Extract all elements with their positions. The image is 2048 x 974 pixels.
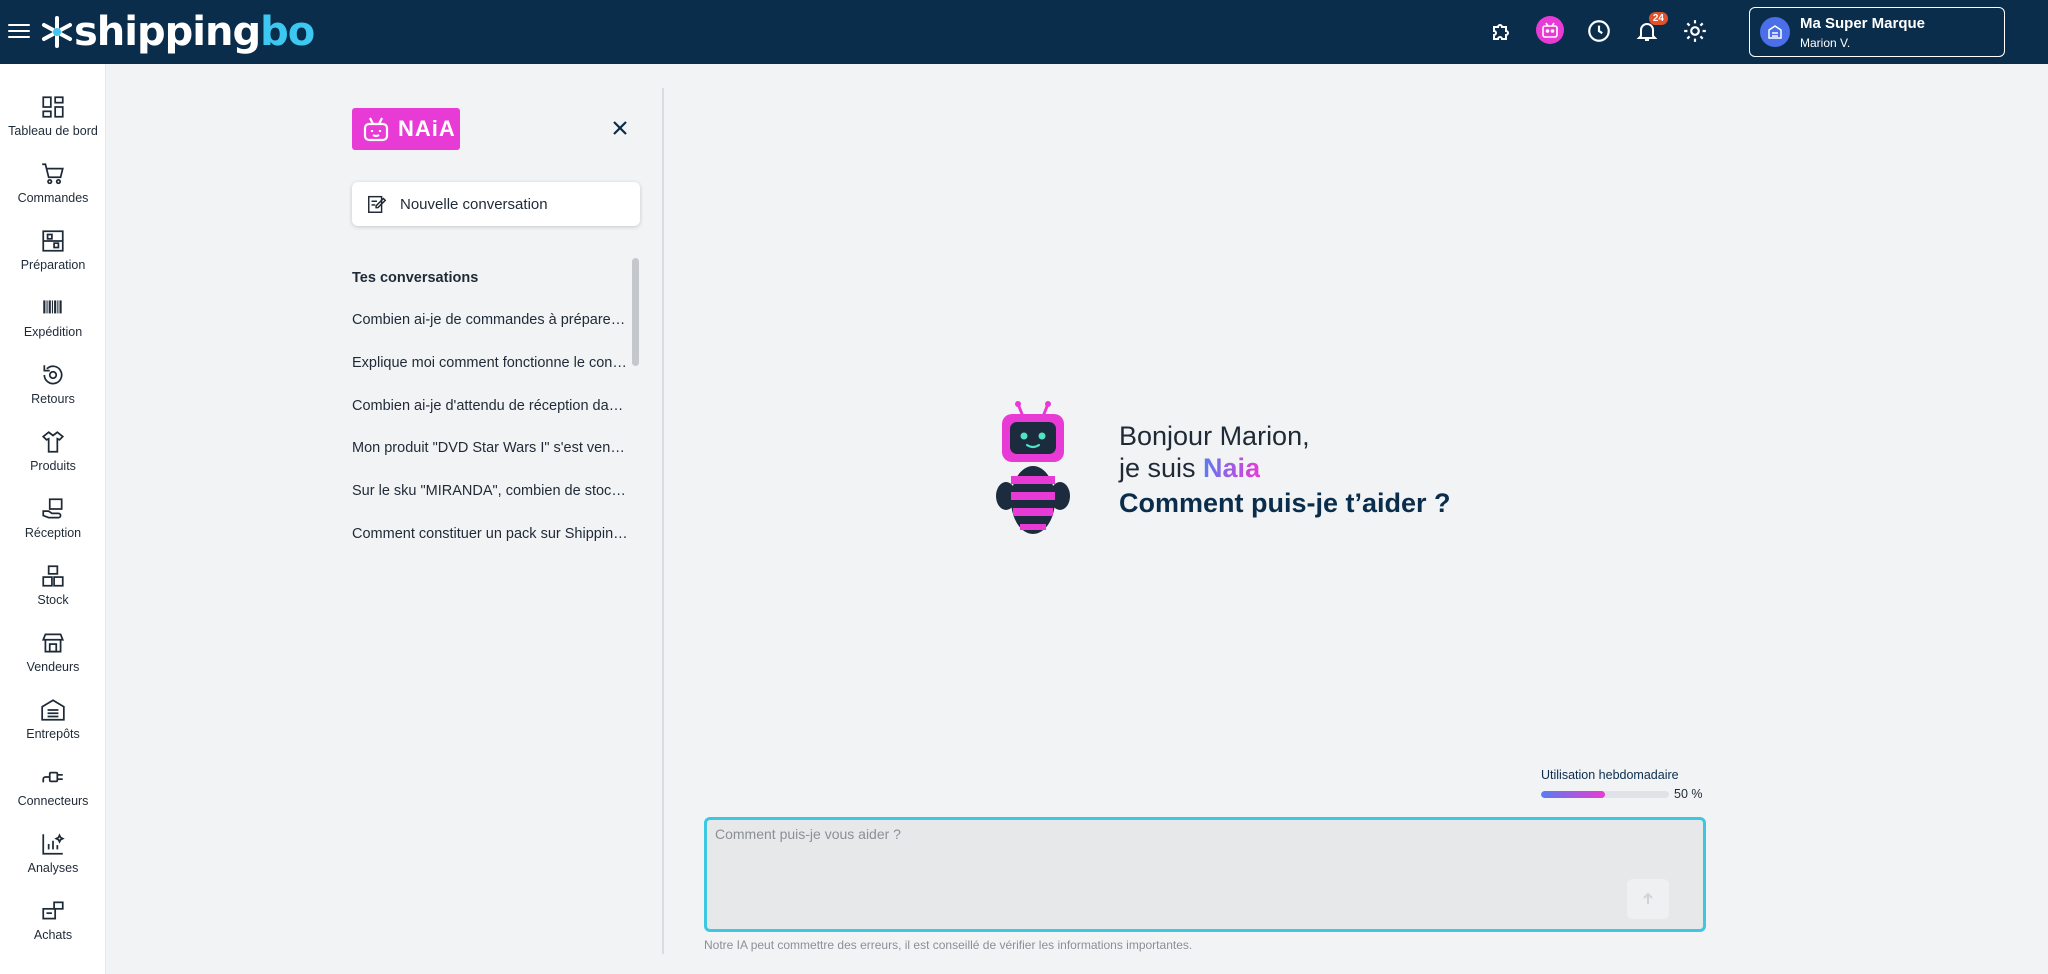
shirt-icon (41, 431, 65, 453)
conversation-item[interactable]: Combien ai-je de commandes à préparer au… (352, 312, 628, 328)
purchases-icon (42, 901, 64, 920)
greeting-line-1: Bonjour Marion, (1119, 421, 1310, 451)
greeting: Bonjour Marion, je suis Naia Comment pui… (1119, 420, 1451, 519)
warehouse-avatar-icon (1760, 17, 1790, 47)
conversation-item[interactable]: Combien ai-je d'attendu de réception dan… (352, 398, 628, 414)
account-user: Marion V. (1800, 35, 1851, 50)
sidebar-item-shipping[interactable]: Expédition (0, 289, 106, 349)
naia-bee-mascot (996, 401, 1070, 534)
sidebar-item-warehouses[interactable]: Entrepôts (0, 691, 106, 751)
sidebar-item-products[interactable]: Produits (0, 423, 106, 483)
conversation-panel: NAiA Nouvelle conversation Tes conversat… (106, 64, 664, 974)
barcode-icon (43, 300, 62, 314)
gear-icon[interactable] (1682, 16, 1708, 46)
greeting-line-2: je suis Naia (1119, 453, 1261, 483)
edit-note-icon (368, 195, 387, 213)
store-icon (41, 633, 65, 653)
send-button[interactable] (1627, 879, 1669, 919)
sidebar: Tableau de bord Commandes Préparation Ex… (0, 64, 106, 974)
sidebar-item-dashboard[interactable]: Tableau de bord (0, 88, 106, 148)
conversation-item[interactable]: Comment constituer un pack sur Shippingb… (352, 526, 628, 542)
top-bar: shippingbo 24 Ma Super Marque Marion V. (0, 0, 2048, 64)
sidebar-item-analytics[interactable]: Analyses (0, 825, 106, 885)
usage-label: Utilisation hebdomadaire (1541, 768, 1679, 782)
chat-input[interactable] (707, 820, 1703, 929)
panel-divider (662, 88, 664, 954)
arrow-up-icon (1643, 892, 1653, 904)
close-icon[interactable] (608, 116, 632, 140)
conversation-item[interactable]: Explique moi comment fonctionne le conne… (352, 355, 628, 371)
account-switcher[interactable]: Ma Super Marque Marion V. (1749, 7, 2005, 57)
sidebar-item-connectors[interactable]: Connecteurs (0, 758, 106, 818)
chart-icon (42, 833, 65, 855)
cart-icon (42, 163, 64, 185)
naia-icon[interactable] (1536, 16, 1564, 44)
ai-disclaimer: Notre IA peut commettre des erreurs, il … (704, 938, 1193, 952)
usage-progress-fill (1541, 791, 1605, 798)
sidebar-item-purchases[interactable]: Achats (0, 892, 106, 952)
conversation-item[interactable]: Mon produit "DVD Star Wars I" s'est vend… (352, 440, 628, 456)
conversations-title: Tes conversations (352, 270, 479, 286)
sidebar-item-returns[interactable]: Retours (0, 356, 106, 416)
logo-star-icon (42, 16, 72, 48)
chat-input-box (704, 817, 1706, 932)
dashboard-icon (42, 96, 64, 118)
return-icon (43, 365, 63, 385)
usage-percent: 50 % (1674, 787, 1703, 801)
sidebar-item-preparation[interactable]: Préparation (0, 222, 106, 282)
history-icon[interactable] (1586, 16, 1612, 46)
naia-name: Naia (1203, 453, 1261, 483)
usage-progress-bar (1541, 791, 1669, 798)
preparation-icon (42, 230, 64, 252)
naia-robot-icon (363, 117, 389, 142)
menu-icon[interactable] (8, 20, 30, 42)
greeting-question: Comment puis-je t’aider ? (1119, 488, 1451, 518)
stock-icon (42, 565, 64, 587)
conversation-scrollbar[interactable] (632, 258, 639, 366)
bell-icon[interactable]: 24 (1634, 12, 1668, 46)
sidebar-item-reception[interactable]: Réception (0, 490, 106, 550)
notification-badge: 24 (1648, 12, 1668, 25)
sidebar-item-sellers[interactable]: Vendeurs (0, 624, 106, 684)
naia-logo: NAiA (352, 108, 460, 150)
warehouse-icon (41, 699, 65, 721)
conversation-item[interactable]: Sur le sku "MIRANDA", combien de stock r… (352, 483, 628, 499)
sidebar-item-stock[interactable]: Stock (0, 557, 106, 617)
new-conversation-button[interactable]: Nouvelle conversation (352, 182, 640, 226)
puzzle-icon[interactable] (1488, 16, 1514, 46)
plug-icon (42, 771, 63, 783)
sidebar-item-orders[interactable]: Commandes (0, 155, 106, 215)
shippingbo-logo[interactable]: shippingbo (40, 9, 315, 55)
account-name: Ma Super Marque (1800, 14, 1926, 32)
logo-text: shippingbo (74, 9, 315, 55)
naia-logo-text: NAiA (398, 116, 456, 141)
reception-icon (42, 498, 63, 519)
